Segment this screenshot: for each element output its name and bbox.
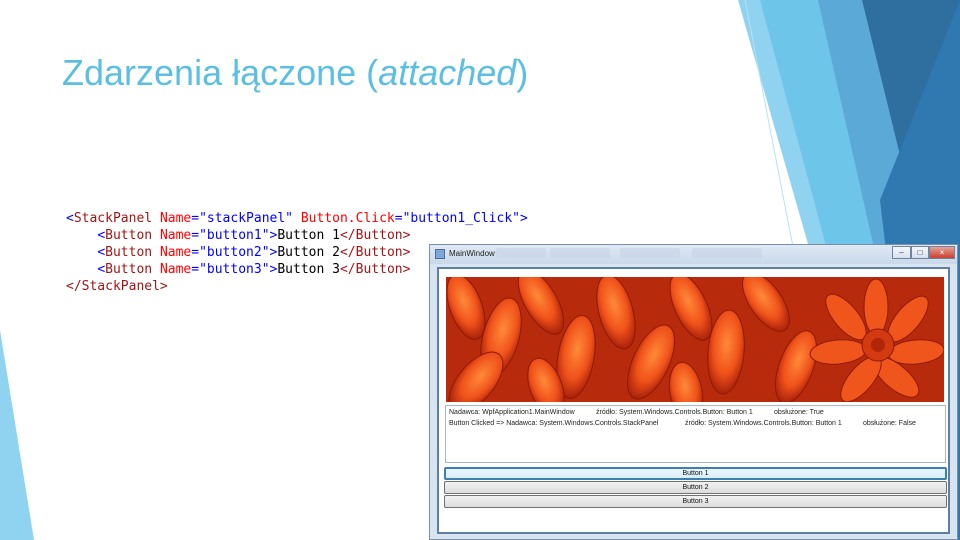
window-title: MainWindow bbox=[449, 249, 495, 258]
app-icon bbox=[435, 249, 445, 259]
code-text: Button 3 bbox=[277, 262, 340, 277]
code-eq: = bbox=[191, 211, 200, 226]
code-tag: Button bbox=[105, 245, 153, 260]
button-1[interactable]: Button 1 bbox=[444, 467, 947, 480]
button-3[interactable]: Button 3 bbox=[444, 495, 947, 508]
minimize-button[interactable]: – bbox=[892, 246, 911, 259]
code-line-2: <Button Name="button1">Button 1</Button> bbox=[66, 227, 528, 244]
code-value: "button1" bbox=[199, 228, 270, 243]
button-stack-panel: Button 1 Button 2 Button 3 bbox=[444, 467, 947, 509]
close-button[interactable]: × bbox=[929, 246, 955, 259]
flower-picture bbox=[446, 277, 944, 402]
code-bracket: > bbox=[519, 211, 528, 226]
button-2[interactable]: Button 2 bbox=[444, 481, 947, 494]
code-tag: Button bbox=[105, 228, 153, 243]
code-end-tag: </Button> bbox=[339, 262, 411, 277]
code-end-tag: </StackPanel> bbox=[66, 279, 168, 294]
code-tag: Button bbox=[105, 262, 153, 277]
code-text: Button 1 bbox=[277, 228, 340, 243]
code-bracket: < bbox=[97, 245, 106, 260]
code-end-tag: </Button> bbox=[339, 245, 411, 260]
code-line-1: <StackPanel Name="stackPanel" Button.Cli… bbox=[66, 210, 528, 227]
window-titlebar[interactable]: MainWindow – □ × bbox=[430, 245, 957, 264]
window-client-area: Nadawca: WpfApplication1.MainWindow źród… bbox=[437, 267, 950, 534]
background-tab-ghost bbox=[692, 248, 762, 258]
code-bracket: < bbox=[66, 211, 74, 226]
code-eq: = bbox=[191, 245, 200, 260]
maximize-button[interactable]: □ bbox=[911, 246, 929, 259]
log-row-1-sender: Nadawca: WpfApplication1.MainWindow bbox=[449, 409, 575, 416]
code-value: "button2" bbox=[199, 245, 270, 260]
background-tab-ghost bbox=[496, 248, 546, 258]
code-attr: Name bbox=[159, 245, 192, 260]
code-tag: StackPanel bbox=[73, 211, 153, 226]
log-row-1-source: źródło: System.Windows.Controls.Button: … bbox=[596, 409, 753, 416]
code-bracket: < bbox=[97, 228, 106, 243]
code-eq: = bbox=[394, 211, 403, 226]
code-attr: Name bbox=[159, 228, 192, 243]
code-eq: = bbox=[191, 262, 200, 277]
background-tab-ghost bbox=[620, 248, 680, 258]
code-end-tag: </Button> bbox=[339, 228, 411, 243]
code-attr: Name bbox=[159, 211, 192, 226]
code-attr: Button.Click bbox=[300, 211, 395, 226]
log-row-2-sender: Button Clicked => Nadawca: System.Window… bbox=[449, 420, 659, 427]
slide-title: Zdarzenia łączone (attached) bbox=[62, 52, 528, 94]
main-window: MainWindow – □ × Nadawca: WpfApplication… bbox=[429, 244, 958, 540]
log-row-2-source: źródło: System.Windows.Controls.Button: … bbox=[685, 420, 842, 427]
code-value: "stackPanel" bbox=[199, 211, 293, 226]
title-italic: attached bbox=[378, 52, 517, 93]
log-row-1-handled: obsłużone: True bbox=[774, 409, 824, 416]
flower-image bbox=[446, 277, 944, 402]
code-text: Button 2 bbox=[277, 245, 340, 260]
log-row-2-handled: obsłużone: False bbox=[863, 420, 916, 427]
code-eq: = bbox=[191, 228, 200, 243]
title-main: Zdarzenia łączone ( bbox=[62, 52, 379, 93]
event-log-textbox[interactable]: Nadawca: WpfApplication1.MainWindow źród… bbox=[445, 405, 946, 463]
background-tab-ghost bbox=[550, 248, 610, 258]
title-end: ) bbox=[516, 52, 529, 93]
code-value: "button1_Click" bbox=[402, 211, 520, 226]
code-attr: Name bbox=[159, 262, 192, 277]
code-bracket: < bbox=[97, 262, 106, 277]
code-value: "button3" bbox=[199, 262, 270, 277]
